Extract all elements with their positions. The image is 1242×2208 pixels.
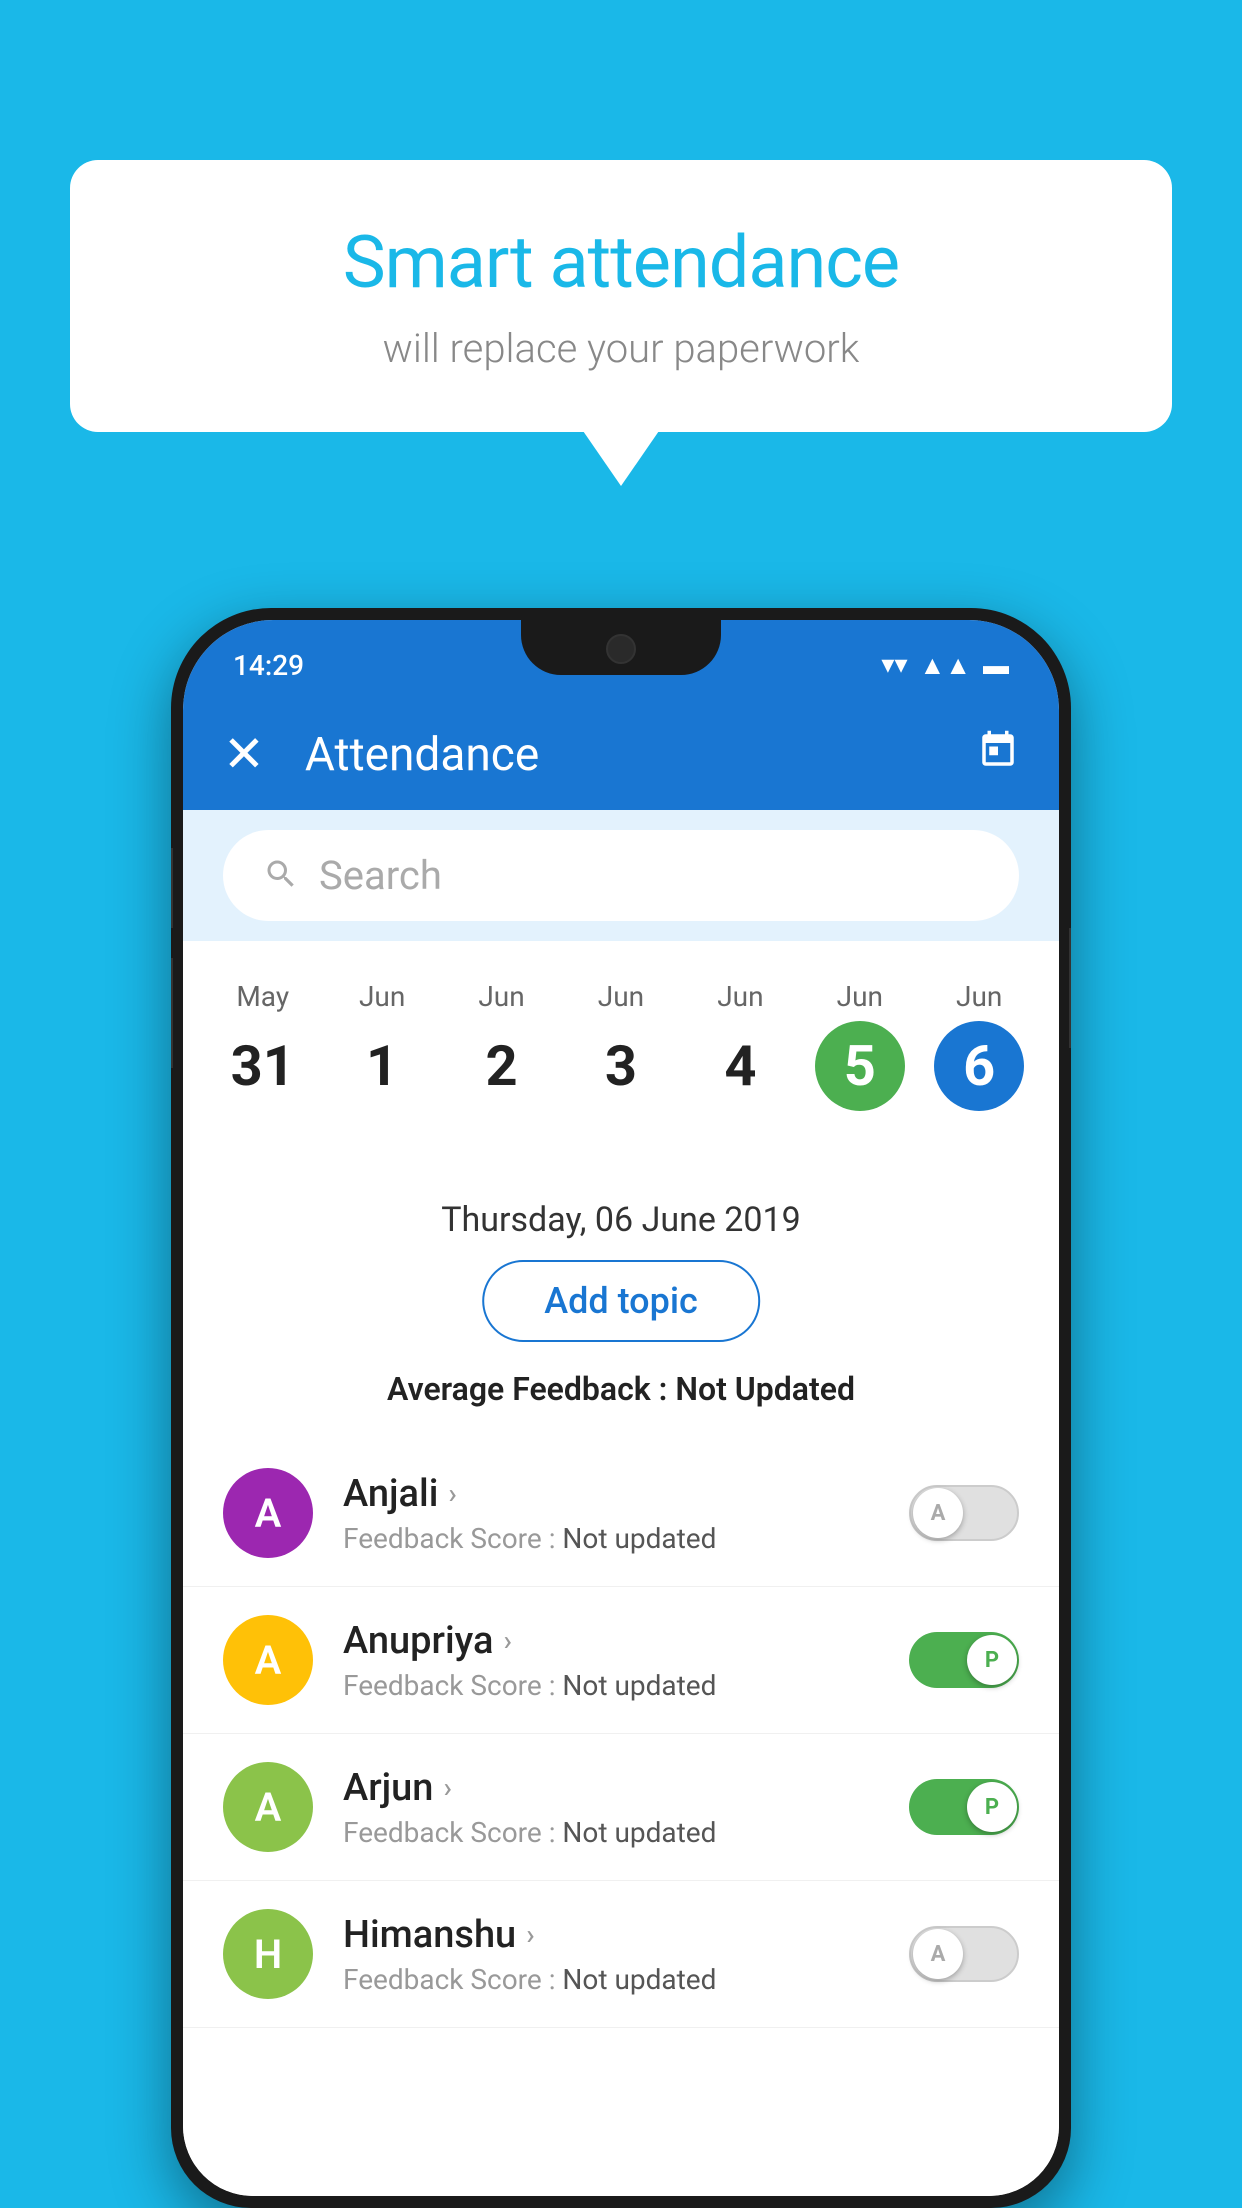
- app-header: ✕ Attendance: [183, 700, 1059, 810]
- phone-camera: [606, 634, 636, 664]
- calendar-day[interactable]: May31: [218, 980, 308, 1111]
- status-icons: ▾▾ ▲▲ ▬: [881, 640, 1009, 681]
- search-input-placeholder: Search: [319, 852, 442, 899]
- phone-inner: 14:29 ▾▾ ▲▲ ▬ ✕ Attendance: [183, 620, 1059, 2196]
- student-feedback: Feedback Score : Not updated: [343, 1669, 879, 1702]
- average-feedback-text: Average Feedback : Not Updated: [387, 1370, 855, 1408]
- student-feedback: Feedback Score : Not updated: [343, 1963, 879, 1996]
- student-item[interactable]: A Anupriya › Feedback Score : Not updated P: [183, 1587, 1059, 1734]
- calendar-day[interactable]: Jun4: [695, 980, 785, 1111]
- calendar-strip: May31 Jun1 Jun2 Jun3 Jun4 Jun5 Jun6: [183, 950, 1059, 1131]
- calendar-day[interactable]: Jun5: [815, 980, 905, 1111]
- add-topic-button[interactable]: Add topic: [482, 1260, 760, 1342]
- student-avatar: A: [223, 1762, 313, 1852]
- student-feedback: Feedback Score : Not updated: [343, 1816, 879, 1849]
- status-time: 14:29: [233, 639, 304, 682]
- attendance-toggle[interactable]: A: [909, 1926, 1019, 1982]
- close-button[interactable]: ✕: [223, 730, 265, 780]
- speech-bubble-container: Smart attendance will replace your paper…: [70, 160, 1172, 432]
- phone-notch: [521, 620, 721, 675]
- phone-frame: 14:29 ▾▾ ▲▲ ▬ ✕ Attendance: [171, 608, 1071, 2208]
- student-item[interactable]: A Anjali › Feedback Score : Not updated A: [183, 1440, 1059, 1587]
- student-list: AAnjali ›Feedback Score : Not updatedAAA…: [183, 1440, 1059, 2196]
- phone-button-power: [1069, 928, 1071, 1048]
- signal-icon: ▲▲: [920, 650, 971, 681]
- attendance-toggle[interactable]: P: [909, 1632, 1019, 1688]
- search-container: Search: [183, 810, 1059, 941]
- student-feedback: Feedback Score : Not updated: [343, 1522, 879, 1555]
- speech-bubble: Smart attendance will replace your paper…: [70, 160, 1172, 432]
- phone-button-volume-down: [171, 958, 173, 1068]
- student-avatar: A: [223, 1468, 313, 1558]
- student-name: Himanshu ›: [343, 1913, 879, 1957]
- student-name: Arjun ›: [343, 1766, 879, 1810]
- attendance-toggle[interactable]: A: [909, 1485, 1019, 1541]
- search-bar[interactable]: Search: [223, 830, 1019, 921]
- student-avatar: H: [223, 1909, 313, 1999]
- calendar-day[interactable]: Jun1: [337, 980, 427, 1111]
- average-feedback: Average Feedback : Not Updated: [183, 1360, 1059, 1418]
- speech-bubble-title: Smart attendance: [150, 220, 1092, 305]
- date-info: Thursday, 06 June 2019: [183, 1180, 1059, 1250]
- calendar-icon[interactable]: [977, 729, 1019, 782]
- header-title: Attendance: [305, 728, 977, 782]
- student-name: Anupriya ›: [343, 1619, 879, 1663]
- student-item[interactable]: H Himanshu › Feedback Score : Not updated A: [183, 1881, 1059, 2028]
- battery-icon: ▬: [983, 650, 1009, 681]
- student-item[interactable]: A Arjun › Feedback Score : Not updated P: [183, 1734, 1059, 1881]
- attendance-toggle[interactable]: P: [909, 1779, 1019, 1835]
- speech-bubble-subtitle: will replace your paperwork: [150, 325, 1092, 372]
- phone-button-volume-up: [171, 848, 173, 928]
- selected-date-label: Thursday, 06 June 2019: [441, 1200, 801, 1240]
- speech-bubble-arrow: [581, 428, 661, 486]
- search-icon: [263, 856, 299, 896]
- wifi-icon: ▾▾: [881, 650, 907, 680]
- calendar-day[interactable]: Jun2: [457, 980, 547, 1111]
- calendar-day[interactable]: Jun3: [576, 980, 666, 1111]
- app-screen: 14:29 ▾▾ ▲▲ ▬ ✕ Attendance: [183, 620, 1059, 2196]
- calendar-day[interactable]: Jun6: [934, 980, 1024, 1111]
- student-name: Anjali ›: [343, 1472, 879, 1516]
- student-avatar: A: [223, 1615, 313, 1705]
